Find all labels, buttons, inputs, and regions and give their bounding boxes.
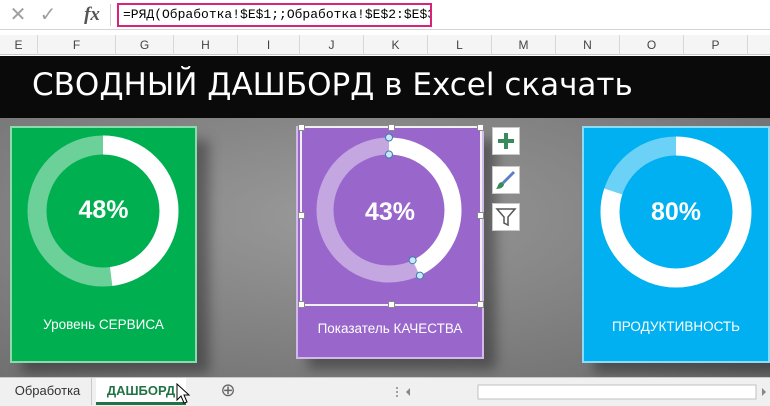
cancel-icon[interactable]: ✕ <box>6 4 30 26</box>
funnel-icon <box>495 208 517 227</box>
productivity-label: ПРОДУКТИВНОСТЬ <box>612 319 740 334</box>
column-header-k[interactable]: K <box>364 35 428 55</box>
resize-handle[interactable] <box>298 124 305 131</box>
resize-handle[interactable] <box>298 212 305 219</box>
productivity-card[interactable]: 80% ПРОДУКТИВНОСТЬ <box>582 126 770 373</box>
resize-handle[interactable] <box>477 212 484 219</box>
resize-handle[interactable] <box>477 124 484 131</box>
plus-icon <box>498 133 514 149</box>
sheet-tab-processing[interactable]: Обработка <box>4 378 92 405</box>
quality-label: Показатель КАЧЕСТВА <box>317 321 463 336</box>
column-header-m[interactable]: M <box>492 35 556 55</box>
column-header-j[interactable]: J <box>300 35 364 55</box>
productivity-percent: 80% <box>650 198 702 226</box>
chart-elements-button[interactable] <box>492 127 520 155</box>
column-header-o[interactable]: O <box>620 35 684 55</box>
resize-handle[interactable] <box>388 301 395 308</box>
service-level-percent: 48% <box>78 196 129 224</box>
insert-function-button[interactable]: fx <box>80 4 104 26</box>
sheet-tab-bar: Обработка ДАШБОРД ⊕ <box>0 377 770 406</box>
mouse-cursor-icon <box>176 383 191 404</box>
column-header-h[interactable]: H <box>174 35 238 55</box>
column-header-n[interactable]: N <box>556 35 620 55</box>
resize-handle[interactable] <box>477 301 484 308</box>
horizontal-scrollbar[interactable] <box>402 384 770 400</box>
formula-bar: ✕ ✓ fx =РЯД(Обработка!$E$1;;Обработка!$E… <box>0 0 770 30</box>
column-headers: E F G H I J K L M N O P <box>0 35 770 55</box>
resize-handle[interactable] <box>298 301 305 308</box>
service-level-label: Уровень СЕРВИСА <box>43 317 164 332</box>
enter-icon[interactable]: ✓ <box>36 4 60 26</box>
chart-filters-button[interactable] <box>492 203 520 231</box>
column-header-l[interactable]: L <box>428 35 492 55</box>
service-level-card[interactable]: 48% Уровень СЕРВИСА <box>10 126 209 373</box>
add-sheet-icon[interactable]: ⊕ <box>216 378 240 405</box>
dashboard-title: СВОДНЫЙ ДАШБОРД в Excel скачать <box>32 67 633 103</box>
chart-selection-frame[interactable] <box>298 124 484 308</box>
resize-handle[interactable] <box>388 124 395 131</box>
formula-input[interactable]: =РЯД(Обработка!$E$1;;Обработка!$E$2:$E$3… <box>117 3 432 27</box>
column-header-g[interactable]: G <box>116 35 174 55</box>
sheet-tab-dashboard[interactable]: ДАШБОРД <box>96 378 186 405</box>
dashboard-title-banner: СВОДНЫЙ ДАШБОРД в Excel скачать <box>0 56 770 118</box>
column-header-e[interactable]: E <box>0 35 38 55</box>
tab-split-handle-icon[interactable] <box>394 386 400 398</box>
column-header-f[interactable]: F <box>38 35 116 55</box>
formula-bar-separator <box>110 4 111 26</box>
column-header-i[interactable]: I <box>238 35 300 55</box>
chart-styles-button[interactable] <box>492 166 520 194</box>
scrollbar-track <box>406 384 766 400</box>
brush-icon <box>496 171 515 189</box>
column-header-p[interactable]: P <box>684 35 748 55</box>
